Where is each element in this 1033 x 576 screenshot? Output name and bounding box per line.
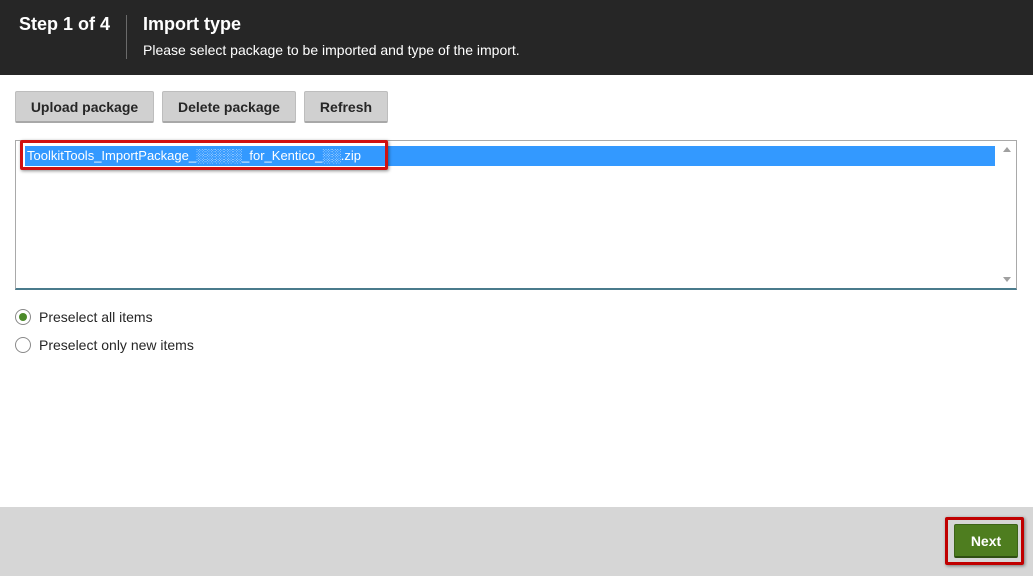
preselect-all-option[interactable]: Preselect all items	[15, 307, 153, 327]
preselect-new-option[interactable]: Preselect only new items	[15, 335, 194, 355]
page-title: Import type	[143, 14, 242, 34]
selection-highlight-annotation	[20, 140, 388, 170]
delete-package-button[interactable]: Delete package	[162, 91, 296, 123]
refresh-button[interactable]: Refresh	[304, 91, 388, 123]
step-indicator: Step 1 of 4	[19, 14, 111, 34]
next-button[interactable]: Next	[954, 524, 1018, 558]
preselect-new-radio[interactable]	[15, 337, 31, 353]
scroll-up-arrow-icon[interactable]	[1003, 147, 1011, 152]
preselect-all-radio[interactable]	[15, 309, 31, 325]
wizard-footer	[0, 507, 1033, 576]
page-subtitle: Please select package to be imported and…	[143, 42, 520, 58]
scroll-down-arrow-icon[interactable]	[1003, 277, 1011, 282]
listbox-scrollbar[interactable]	[999, 141, 1016, 288]
preselect-all-label: Preselect all items	[39, 309, 153, 325]
upload-package-button[interactable]: Upload package	[15, 91, 154, 123]
wizard-header: Step 1 of 4 Import type Please select pa…	[0, 0, 1033, 75]
header-divider	[126, 15, 127, 59]
preselect-new-label: Preselect only new items	[39, 337, 194, 353]
